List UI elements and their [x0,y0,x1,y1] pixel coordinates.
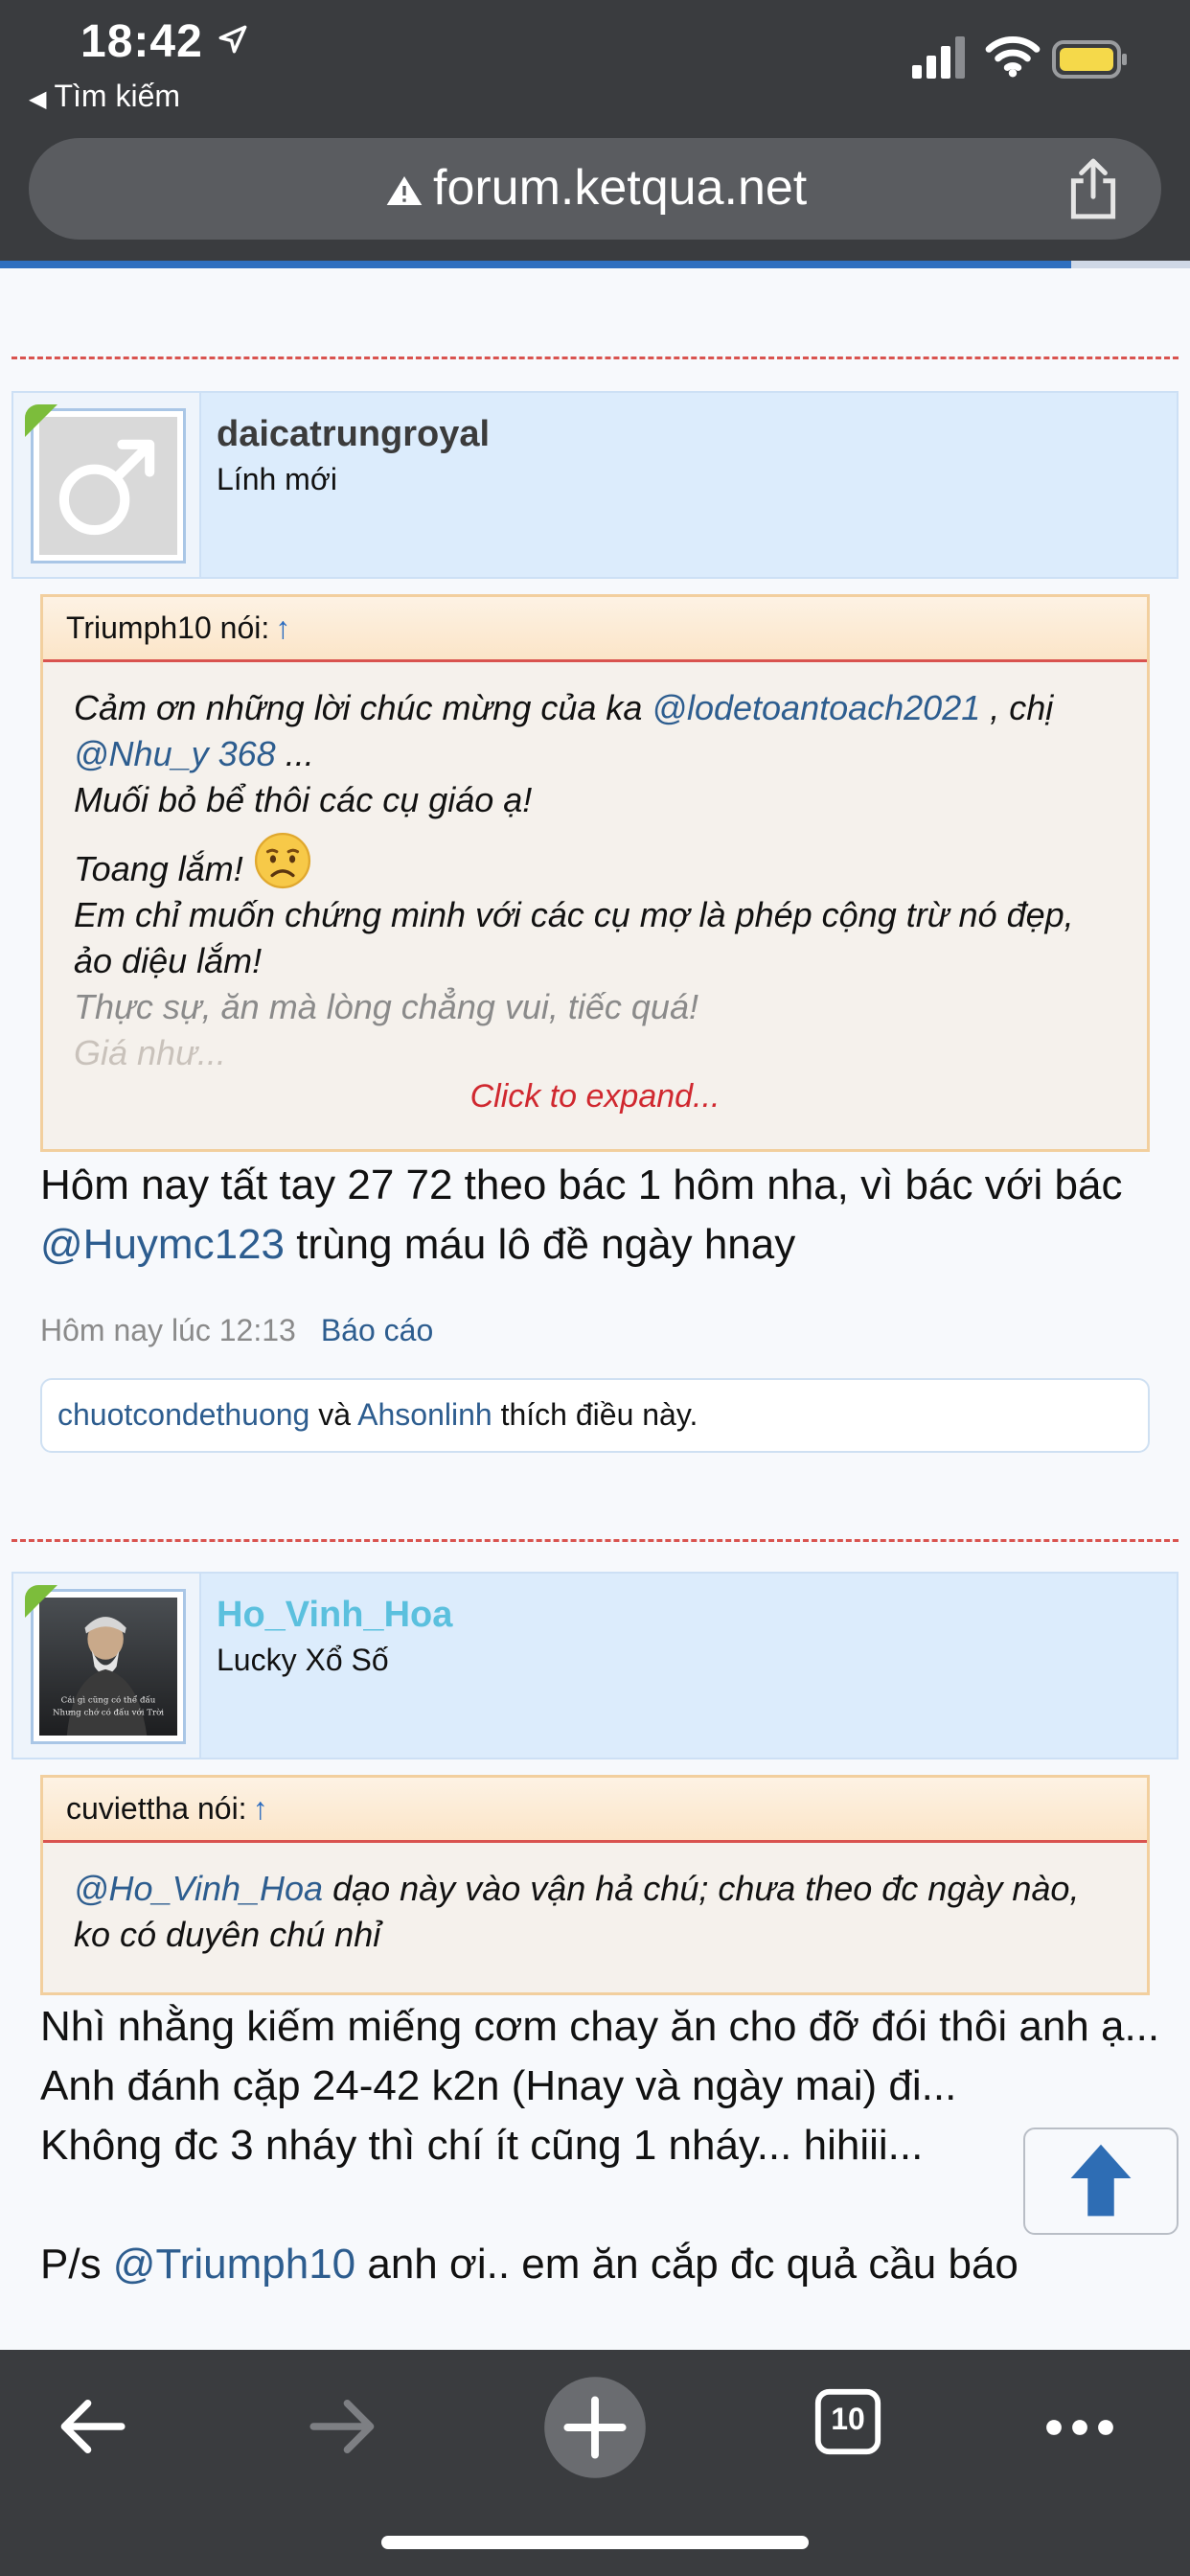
likes-summary: chuotcondethuong và Ahsonlinh thích điều… [40,1378,1150,1453]
avatar[interactable] [31,408,186,564]
mention-link[interactable]: @Triumph10 [113,2241,355,2288]
quote-text: Thực sự, ăn mà lòng chẳng vui, tiếc quá! [74,987,698,1026]
post-separator [11,356,1179,359]
wifi-icon [985,36,1041,78]
user-title: Lucky Xổ Số [217,1643,389,1677]
username[interactable]: Ho_Vinh_Hoa [217,1595,452,1636]
back-app-label: Tìm kiếm [54,79,181,113]
cellular-signal-icon [912,36,965,79]
jump-to-quote-icon[interactable]: ↑ [253,1791,268,1826]
post-timestamp[interactable]: Hôm nay lúc 12:13 [40,1313,296,1347]
avatar-container: Cái gì cũng có thể đấu Nhưng chớ có đấu … [13,1574,201,1758]
quote-text: Muối bỏ bể thôi các cụ giáo ạ! [74,780,533,819]
quote-text: Cảm ơn những lời chúc mừng của ka [74,688,652,727]
forward-arrow-icon[interactable] [301,2384,385,2469]
likes-text: và [309,1397,358,1432]
quote-body: Cảm ơn những lời chúc mừng của ka @lodet… [43,662,1147,1078]
post-text: Nhì nhằng kiếm miếng cơm chay ăn cho đỡ … [40,2003,1160,2050]
status-time: 18:42 [80,16,203,67]
post-text: Anh đánh cặp 24-42 k2n (Hnay và ngày mai… [40,2062,957,2109]
url-text: forum.ketqua.net [433,160,808,216]
not-secure-warning-icon [386,176,423,205]
mention-link[interactable]: @Nhu_y 368 [74,734,276,773]
scroll-top-arrow-icon [1070,2144,1132,2217]
post-author-header: Cái gì cũng có thể đấu Nhưng chớ có đấu … [11,1572,1179,1760]
quote-author[interactable]: cuviettha nói: [66,1791,247,1826]
back-triangle-icon: ◀ [29,86,47,112]
home-indicator[interactable] [381,2536,809,2549]
jump-to-quote-icon[interactable]: ↑ [275,610,290,645]
browser-top-chrome: 18:42 ◀ Tìm kiếm forum.ketqua.net [0,0,1190,264]
mention-link[interactable]: @Huymc123 [40,1221,285,1268]
post-author-header: daicatrungroyal Lính mới [11,391,1179,579]
post-text: Hôm nay tất tay 27 72 theo bác 1 hôm nha… [40,1162,1123,1208]
scroll-to-top-button[interactable] [1023,2128,1179,2235]
browser-bottom-toolbar: 10 [0,2350,1190,2576]
battery-icon [1052,40,1127,79]
username[interactable]: daicatrungroyal [217,414,490,455]
quote-text: Toang lắm! [74,849,243,888]
quote-text: ... [275,734,314,773]
avatar-image: Cái gì cũng có thể đấu Nhưng chớ có đấu … [39,1598,177,1736]
report-link[interactable]: Báo cáo [321,1313,433,1347]
quote-block: Triumph10 nói: ↑ Cảm ơn những lời chúc mừ… [40,594,1150,1152]
post-message: Hôm nay tất tay 27 72 theo bác 1 hôm nha… [40,1156,1171,1275]
address-bar[interactable]: forum.ketqua.net [29,138,1161,240]
post-text: anh ơi.. em ăn cắp đc quả cầu báo [355,2241,1018,2288]
quote-header: Triumph10 nói: ↑ [43,597,1147,662]
worried-face-emoji-icon [254,832,310,889]
liker-link[interactable]: chuotcondethuong [57,1397,309,1432]
male-symbol-icon [58,439,155,536]
mention-link[interactable]: @lodetoantoach2021 [652,688,980,727]
back-arrow-icon[interactable] [50,2384,134,2469]
post-text: P/s [40,2241,113,2288]
avatar-container [13,393,201,577]
quote-author[interactable]: Triumph10 nói: [66,610,269,645]
quote-header: cuviettha nói: ↑ [43,1778,1147,1843]
user-title: Lính mới [217,462,337,496]
likes-text: thích điều này. [492,1397,698,1432]
page-load-progress [0,261,1071,268]
avatar-portrait: Cái gì cũng có thể đấu Nhưng chớ có đấu … [39,1598,177,1736]
tab-count: 10 [831,2402,865,2436]
more-icon[interactable] [1037,2384,1123,2471]
quote-text: , chị [980,688,1054,727]
quote-text: Em chỉ muốn chứng minh với các cụ mợ là … [74,895,1074,980]
plus-icon[interactable] [542,2375,648,2480]
post-separator [11,1539,1179,1542]
post-text: trùng máu lô đề ngày hnay [284,1221,796,1268]
mention-link[interactable]: @Ho_Vinh_Hoa [74,1869,323,1908]
quote-text: Giá như... [74,1033,226,1072]
quote-block: cuviettha nói: ↑ @Ho_Vinh_Hoa dạo này vào… [40,1775,1150,1995]
back-to-app-link[interactable]: ◀ Tìm kiếm [29,79,180,114]
tabs-icon[interactable]: 10 [811,2384,885,2459]
avatar-caption: Cái gì cũng có thể đấu [61,1693,156,1705]
quote-body: @Ho_Vinh_Hoa dạo này vào vận hả chú; chư… [43,1843,1147,1958]
avatar-caption: Nhưng chớ có đấu với Trời [53,1707,164,1717]
location-arrow-icon [218,25,247,54]
avatar[interactable]: Cái gì cũng có thể đấu Nhưng chớ có đấu … [31,1589,186,1744]
avatar-image [39,417,177,555]
liker-link[interactable]: Ahsonlinh [357,1397,492,1432]
post-text: Không đc 3 nháy thì chí ít cũng 1 nháy..… [40,2122,924,2169]
post-message: Nhì nhằng kiếm miếng cơm chay ăn cho đỡ … [40,1997,1171,2294]
share-icon[interactable] [1064,157,1123,220]
post-meta: Hôm nay lúc 12:13 Báo cáo [40,1313,433,1348]
click-to-expand-link[interactable]: Click to expand... [43,1078,1147,1116]
